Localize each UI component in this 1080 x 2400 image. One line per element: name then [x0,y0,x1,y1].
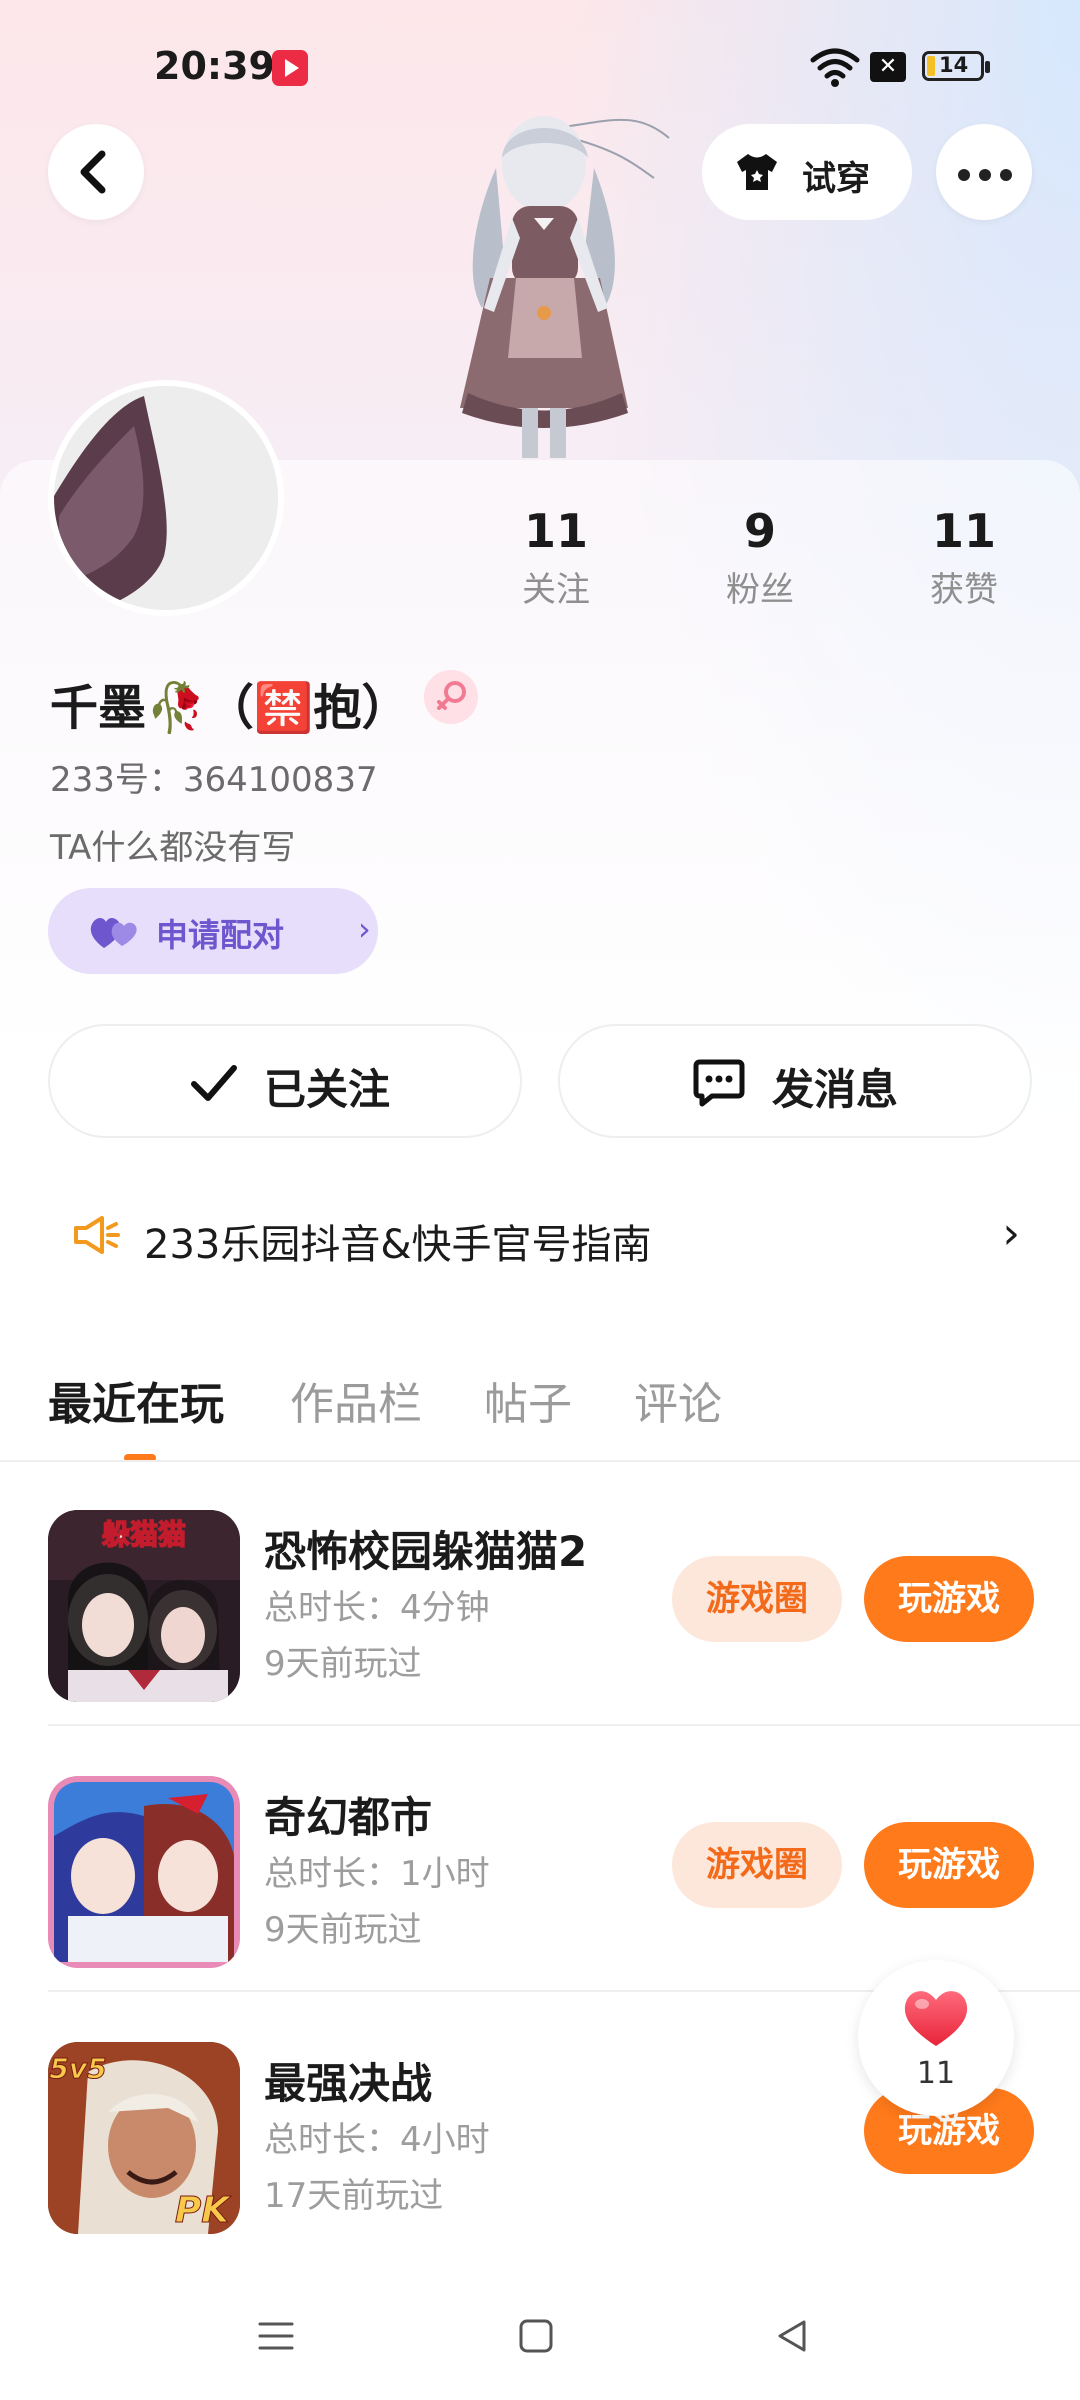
game3-thumb-badge-bottom: PK [175,2190,232,2231]
try-on-label: 试穿 [802,159,870,199]
game-row[interactable]: 躲猫猫 恐怖校园躲猫猫2 总时长：4分钟 9天前玩过 游戏圈 玩游戏 [0,1460,1080,1726]
avatar[interactable] [48,380,284,616]
double-heart-icon [90,918,137,948]
profile-name: 千墨🥀（🈲抱） [50,680,410,736]
followed-button[interactable]: 已关注 [48,1024,522,1138]
tab-comments[interactable]: 评论 [634,1368,722,1432]
avatar-3d-figure [460,116,670,458]
menu-icon[interactable] [256,2316,296,2356]
stat-following-label: 关注 [522,570,590,610]
stat-fans-label: 粉丝 [726,570,794,610]
stat-following-value: 11 [523,504,588,558]
content-panel: 最近在玩 作品栏 帖子 评论 躲猫猫 恐怖校园躲猫猫2 总时长：4分钟 9天前玩… [0,1326,1080,2400]
female-gender-icon [424,670,478,724]
chevron-right-icon: › [1002,1208,1020,1259]
game-row[interactable]: 奇幻都市 总时长：1小时 9天前玩过 游戏圈 玩游戏 [0,1726,1080,1992]
tab-recently-played[interactable]: 最近在玩 [48,1368,224,1432]
shirt-icon [737,154,777,190]
heart-icon [904,1991,968,2046]
chat-bubble-icon [693,1059,745,1107]
bio: TA什么都没有写 [50,828,296,868]
profile-page: 20:39 ✕ 14 试穿 11 关注 9 粉丝 11 获赞 千墨🥀（🈲抱） 2… [0,0,1080,2400]
game-thumbnail: 躲猫猫 [48,1510,240,1702]
game-last-played: 9天前玩过 [264,1910,422,1950]
game-title: 恐怖校园躲猫猫2 [264,1527,588,1576]
more-dots-icon [958,166,1021,185]
game-circle-button[interactable]: 游戏圈 [672,1556,842,1642]
back-button[interactable] [48,124,144,220]
status-time: 20:39 [154,44,275,88]
game-last-played: 17天前玩过 [264,2176,444,2216]
game-title: 最强决战 [264,2059,433,2108]
game-thumbnail [48,1776,240,1968]
game-duration: 总时长：4小时 [264,2120,490,2160]
battery-icon: 14 [922,51,990,81]
stat-fans[interactable]: 9 粉丝 [700,504,820,611]
no-sim-icon: ✕ [870,52,906,82]
more-options-button[interactable] [936,124,1032,220]
system-nav-bar [0,2270,1080,2400]
game-duration: 总时长：1小时 [264,1854,490,1894]
avatar-image [54,386,278,610]
game-circle-button[interactable]: 游戏圈 [672,1822,842,1908]
game1-thumb-badge: 躲猫猫 [102,1518,186,1551]
tab-posts[interactable]: 帖子 [484,1368,572,1432]
home-icon[interactable] [516,2316,556,2356]
stat-likes-value: 11 [931,504,996,558]
notice-text: 233乐园抖音&快手官号指南 [144,1222,652,1268]
notice-banner[interactable]: 233乐园抖音&快手官号指南 › [24,1178,1056,1294]
send-message-label: 发消息 [772,1065,899,1114]
like-count: 11 [916,2056,956,2091]
game-title: 奇幻都市 [264,1793,433,1842]
apply-pair-label: 申请配对 [156,916,285,954]
try-on-button[interactable]: 试穿 [702,124,912,220]
game3-thumb-badge-top: 5v5 [49,2052,106,2085]
screen-record-icon [272,50,308,86]
megaphone-icon [74,1216,120,1254]
game-last-played: 9天前玩过 [264,1644,422,1684]
stat-likes[interactable]: 11 获赞 [904,504,1024,611]
like-floating-button[interactable]: 11 [858,1960,1014,2116]
chevron-right-icon: › [358,910,371,948]
status-bar: 20:39 ✕ 14 [0,0,1080,120]
play-game-button[interactable]: 玩游戏 [864,1556,1034,1642]
play-game-button[interactable]: 玩游戏 [864,1822,1034,1908]
wifi-icon [810,48,860,87]
back-nav-icon[interactable] [772,2316,812,2356]
battery-level: 14 [939,53,969,77]
game-thumbnail: 5v5 PK [48,2042,240,2234]
stat-fans-value: 9 [743,504,776,558]
send-message-button[interactable]: 发消息 [558,1024,1032,1138]
user-id: 233号：364100837 [50,760,378,800]
stat-following[interactable]: 11 关注 [496,504,616,611]
followed-label: 已关注 [264,1065,391,1114]
apply-pair-button[interactable]: 申请配对 › [48,888,378,974]
tab-works[interactable]: 作品栏 [290,1368,422,1432]
back-arrow-icon [80,150,106,194]
game-duration: 总时长：4分钟 [264,1588,490,1628]
checkmark-icon [191,1065,237,1101]
stat-likes-label: 获赞 [930,570,998,610]
